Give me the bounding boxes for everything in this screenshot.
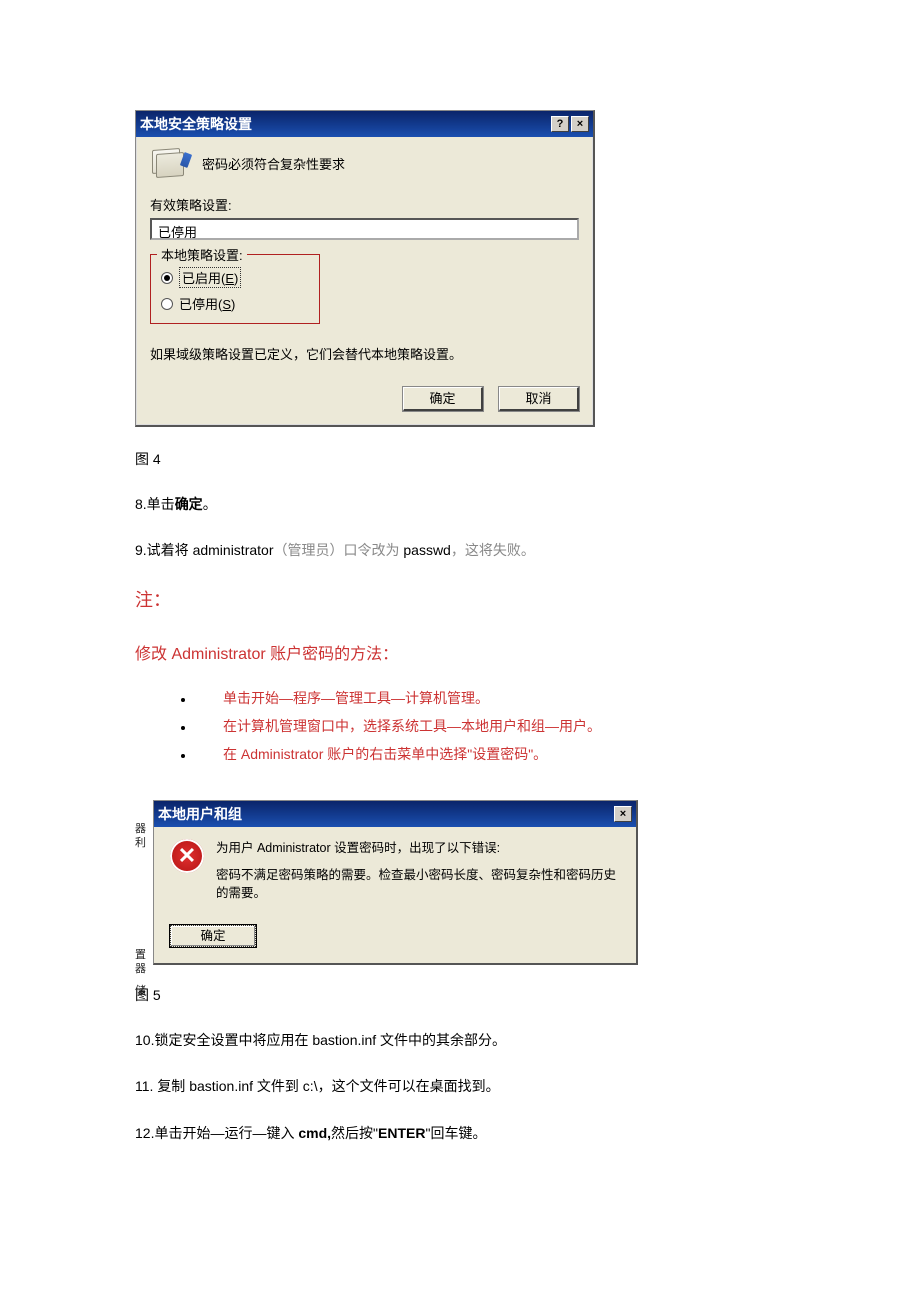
method-heading: 修改 Administrator 账户密码的方法： bbox=[135, 640, 785, 664]
radio-enabled[interactable] bbox=[161, 272, 173, 284]
ok-button[interactable]: 确定 bbox=[170, 925, 256, 947]
list-item: 在计算机管理窗口中，选择系统工具—本地用户和组—用户。 bbox=[195, 716, 785, 736]
local-policy-group: 本地策略设置: 已启用(E) 已停用(S) bbox=[150, 254, 320, 324]
dialog-titlebar: 本地用户和组 × bbox=[154, 801, 636, 827]
error-line-1: 为用户 Administrator 设置密码时，出现了以下错误: bbox=[216, 839, 620, 858]
effective-value: 已停用 bbox=[150, 218, 579, 240]
radio-enabled-row[interactable]: 已启用(E) bbox=[161, 267, 309, 288]
error-dialog: 本地用户和组 × ✕ 为用户 Administrator 设置密码时，出现了以下… bbox=[153, 800, 638, 965]
radio-disabled-label: 已停用(S) bbox=[179, 294, 235, 313]
policy-name: 密码必须符合复杂性要求 bbox=[202, 154, 345, 173]
security-policy-dialog: 本地安全策略设置 ? × 密码必须符合复杂性要求 有效策略设置: 已停用 本地策… bbox=[135, 110, 595, 427]
step-10: 10.锁定安全设置中将应用在 bastion.inf 文件中的其余部分。 bbox=[135, 1029, 785, 1051]
bg-fragment: 置器 bbox=[135, 948, 146, 976]
close-button[interactable]: × bbox=[614, 806, 632, 822]
ok-button[interactable]: 确定 bbox=[403, 387, 483, 411]
help-button[interactable]: ? bbox=[551, 116, 569, 132]
list-item: 单击开始—程序—管理工具—计算机管理。 bbox=[195, 688, 785, 708]
radio-disabled[interactable] bbox=[161, 298, 173, 310]
dialog-titlebar: 本地安全策略设置 ? × bbox=[136, 111, 593, 137]
policy-header-row: 密码必须符合复杂性要求 bbox=[150, 147, 579, 179]
step-11: 11. 复制 bastion.inf 文件到 c:\，这个文件可以在桌面找到。 bbox=[135, 1075, 785, 1097]
step-9: 9.试着将 administrator（管理员）口令改为 passwd，这将失败… bbox=[135, 539, 785, 561]
radio-disabled-row[interactable]: 已停用(S) bbox=[161, 294, 309, 313]
local-policy-legend: 本地策略设置: bbox=[157, 245, 247, 264]
step-12: 12.单击开始—运行—键入 cmd,然后按"ENTER"回车键。 bbox=[135, 1122, 785, 1144]
error-text: 为用户 Administrator 设置密码时，出现了以下错误: 密码不满足密码… bbox=[216, 839, 620, 911]
step-8: 8.单击确定。 bbox=[135, 493, 785, 515]
domain-policy-note: 如果域级策略设置已定义，它们会替代本地策略设置。 bbox=[150, 344, 579, 363]
dialog-body: ✕ 为用户 Administrator 设置密码时，出现了以下错误: 密码不满足… bbox=[154, 827, 636, 963]
figure-5-caption: 图 5 bbox=[135, 985, 785, 1005]
dialog-button-row: 确定 取消 bbox=[150, 387, 579, 411]
bg-fragment: 储 bbox=[135, 984, 146, 998]
effective-label: 有效策略设置: bbox=[150, 195, 579, 214]
list-item: 在 Administrator 账户的右击菜单中选择"设置密码"。 bbox=[195, 744, 785, 764]
dialog-body: 密码必须符合复杂性要求 有效策略设置: 已停用 本地策略设置: 已启用(E) 已… bbox=[136, 137, 593, 425]
figure-4-caption: 图 4 bbox=[135, 449, 785, 469]
policy-icon bbox=[150, 147, 190, 179]
note-heading: 注： bbox=[135, 586, 785, 612]
figure-4-container: 本地安全策略设置 ? × 密码必须符合复杂性要求 有效策略设置: 已停用 本地策… bbox=[135, 110, 785, 427]
figure-5-container: 器利 置器 储 本地用户和组 × ✕ 为用户 Administrator 设置密… bbox=[135, 800, 785, 965]
method-steps-list: 单击开始—程序—管理工具—计算机管理。 在计算机管理窗口中，选择系统工具—本地用… bbox=[135, 688, 785, 764]
dialog-title: 本地安全策略设置 bbox=[140, 114, 549, 134]
cancel-button[interactable]: 取消 bbox=[499, 387, 579, 411]
error-line-2: 密码不满足密码策略的需要。检查最小密码长度、密码复杂性和密码历史的需要。 bbox=[216, 866, 620, 904]
close-button[interactable]: × bbox=[571, 116, 589, 132]
bg-fragment: 器利 bbox=[135, 822, 146, 850]
radio-enabled-label: 已启用(E) bbox=[179, 267, 241, 288]
dialog-title: 本地用户和组 bbox=[158, 804, 612, 824]
error-icon: ✕ bbox=[170, 839, 204, 873]
